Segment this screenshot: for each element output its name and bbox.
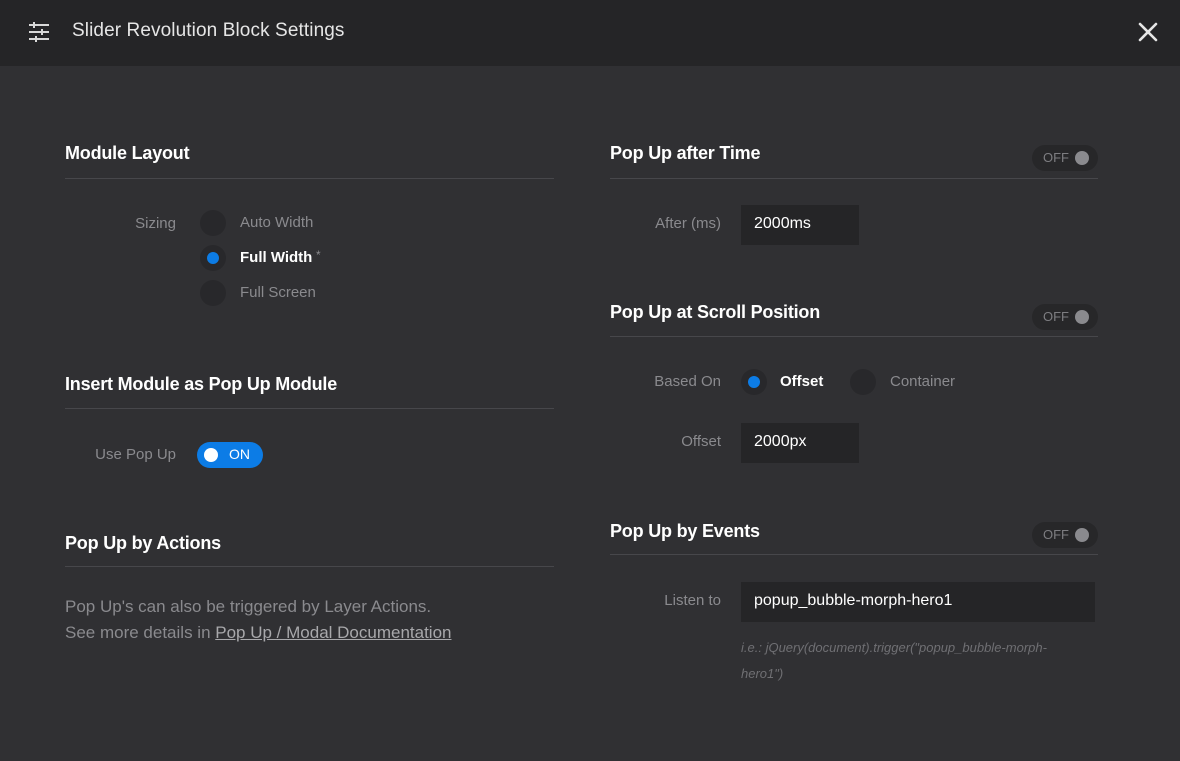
toggle-text: OFF <box>1043 527 1069 542</box>
popup-scroll-title: Pop Up at Scroll Position <box>610 302 821 322</box>
module-layout-title: Module Layout <box>65 143 190 163</box>
dialog-header: Slider Revolution Block Settings <box>0 0 1180 66</box>
popup-events-toggle[interactable]: OFF <box>1032 522 1098 548</box>
divider <box>610 178 1098 179</box>
radio-auto-width[interactable] <box>200 210 226 236</box>
offset-input[interactable]: 2000px <box>741 423 859 463</box>
listen-to-input[interactable]: popup_bubble-morph-hero1 <box>741 582 1095 622</box>
popup-actions-title: Pop Up by Actions <box>65 533 221 553</box>
divider <box>610 336 1098 337</box>
radio-container[interactable] <box>850 369 876 395</box>
hint-line-2: hero1") <box>741 666 784 681</box>
radio-label-full-width[interactable]: Full Width <box>240 249 312 266</box>
description-line-2: See more details in Pop Up / Modal Docum… <box>65 620 452 646</box>
radio-label-offset[interactable]: Offset <box>780 373 823 390</box>
popup-time-title: Pop Up after Time <box>610 143 761 163</box>
description-prefix: See more details in <box>65 623 216 642</box>
use-popup-toggle[interactable]: ON <box>197 442 263 468</box>
hint-line-1: i.e.: jQuery(document).trigger("popup_bu… <box>741 640 1047 655</box>
toggle-text: ON <box>229 446 250 462</box>
divider <box>65 566 554 567</box>
based-on-label: Based On <box>654 373 721 390</box>
divider <box>610 554 1098 555</box>
dialog-title: Slider Revolution Block Settings <box>72 20 345 41</box>
sizing-label: Sizing <box>135 215 176 232</box>
popup-scroll-toggle[interactable]: OFF <box>1032 304 1098 330</box>
toggle-knob <box>204 448 218 462</box>
radio-offset[interactable] <box>741 369 767 395</box>
use-popup-label: Use Pop Up <box>95 446 176 463</box>
documentation-link[interactable]: Pop Up / Modal Documentation <box>215 623 451 642</box>
toggle-knob <box>1075 310 1089 324</box>
radio-label-full-screen[interactable]: Full Screen <box>240 284 316 301</box>
after-ms-label: After (ms) <box>655 215 721 232</box>
popup-actions-description: Pop Up's can also be triggered by Layer … <box>65 594 452 646</box>
close-icon[interactable] <box>1134 18 1162 46</box>
popup-time-toggle[interactable]: OFF <box>1032 145 1098 171</box>
toggle-knob <box>1075 151 1089 165</box>
offset-label: Offset <box>681 433 721 450</box>
popup-events-title: Pop Up by Events <box>610 521 760 541</box>
toggle-knob <box>1075 528 1089 542</box>
radio-full-width[interactable] <box>200 245 226 271</box>
divider <box>65 408 554 409</box>
toggle-text: OFF <box>1043 309 1069 324</box>
after-ms-input[interactable]: 2000ms <box>741 205 859 245</box>
insert-popup-title: Insert Module as Pop Up Module <box>65 374 338 394</box>
default-marker: * <box>316 248 321 262</box>
radio-label-auto-width[interactable]: Auto Width <box>240 214 313 231</box>
radio-full-screen[interactable] <box>200 280 226 306</box>
settings-sliders-icon <box>29 22 49 42</box>
toggle-text: OFF <box>1043 150 1069 165</box>
listen-to-label: Listen to <box>664 592 721 609</box>
listen-to-hint: i.e.: jQuery(document).trigger("popup_bu… <box>741 635 1091 687</box>
description-line-1: Pop Up's can also be triggered by Layer … <box>65 597 432 616</box>
radio-label-container[interactable]: Container <box>890 373 955 390</box>
divider <box>65 178 554 179</box>
